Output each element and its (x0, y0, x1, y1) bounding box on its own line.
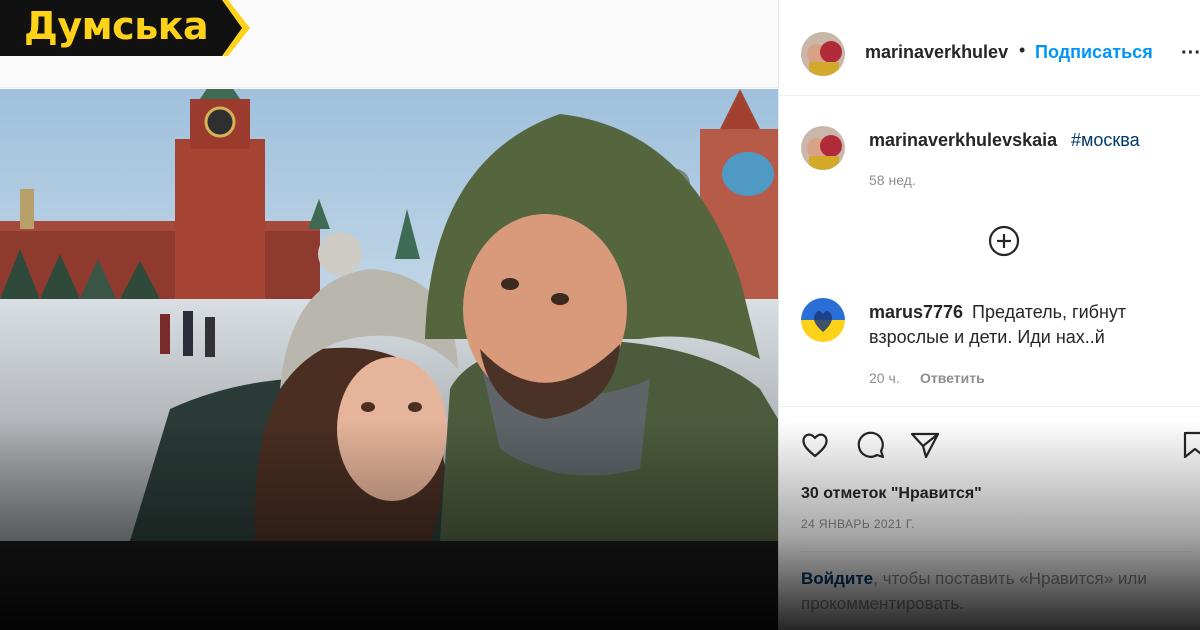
paper-plane-glyph (910, 432, 940, 459)
comment-text-line1: Предатель, гибнут (972, 302, 1127, 322)
load-more-comments-icon (988, 225, 1020, 257)
logo-text: Думська (24, 4, 209, 48)
post-actions-section: 30 отметок "Нравится" 24 ЯНВАРЬ 2021 Г. … (779, 406, 1200, 630)
brand-logo: Думська (0, 0, 250, 56)
author-avatar[interactable] (801, 32, 845, 76)
post-side-panel: marinaverkhulev • Подписаться ··· marina… (778, 0, 1200, 630)
selfie-red-square-image (0, 89, 778, 541)
caption-username[interactable]: marinaverkhulevskaia (869, 130, 1057, 151)
comment-bubble-glyph (857, 431, 885, 459)
media-bottom-area (0, 541, 778, 630)
login-prompt: Войдите, чтобы поставить «Нравится» или … (801, 551, 1191, 627)
more-horizontal-icon[interactable]: ··· (1181, 42, 1200, 65)
share-paper-plane-icon[interactable] (909, 429, 941, 461)
avatar-image (801, 32, 845, 76)
commenter-avatar[interactable] (801, 298, 845, 342)
ukraine-flag-heart-avatar (801, 298, 845, 342)
post-photo[interactable] (0, 89, 778, 541)
comment-timestamp[interactable]: 20 ч. (869, 370, 900, 386)
heart-icon[interactable] (799, 429, 831, 461)
follow-button[interactable]: Подписаться (1035, 42, 1153, 63)
post-header: marinaverkhulev • Подписаться ··· (779, 12, 1200, 96)
bookmark-icon[interactable] (1179, 429, 1200, 461)
comment-text-line2: взрослые и дети. Иди нах..й (869, 327, 1105, 347)
avatar-image (801, 126, 845, 170)
caption-avatar[interactable] (801, 126, 845, 170)
like-heart-glyph (802, 433, 828, 458)
caption-hashtag[interactable]: #москва (1071, 130, 1140, 151)
likes-count[interactable]: 30 отметок "Нравится" (801, 485, 982, 503)
reply-button[interactable]: Ответить (920, 370, 985, 386)
post-media-column (0, 0, 778, 630)
plus-circle-icon[interactable] (987, 224, 1021, 258)
post-date: 24 ЯНВАРЬ 2021 Г. (801, 517, 916, 531)
bookmark-glyph (1183, 431, 1200, 459)
header-separator: • (1019, 40, 1026, 60)
login-link[interactable]: Войдите (801, 569, 873, 588)
commenter-username[interactable]: marus7776 (869, 302, 963, 323)
author-username[interactable]: marinaverkhulev (865, 42, 1008, 63)
caption-timestamp[interactable]: 58 нед. (869, 172, 916, 188)
comment-bubble-icon[interactable] (855, 429, 887, 461)
